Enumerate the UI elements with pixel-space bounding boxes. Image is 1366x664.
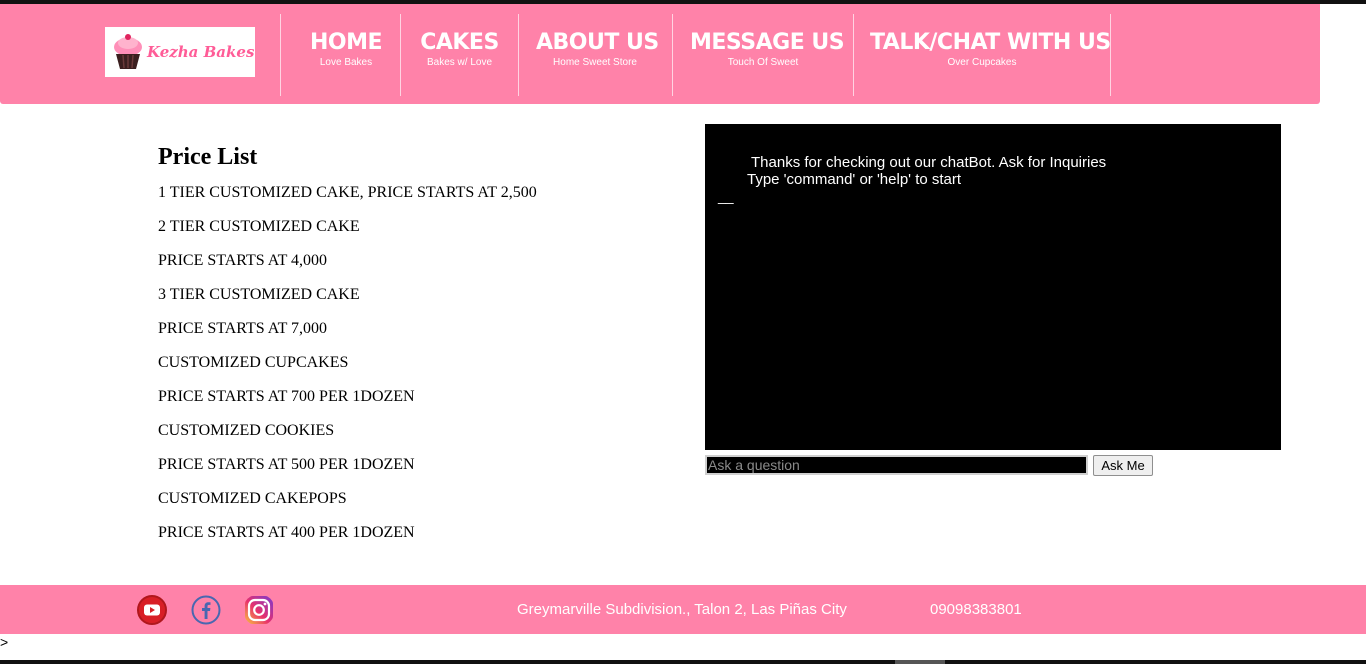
nav-cakes-subtitle: Bakes w/ Love [426,57,493,68]
chatbot-instructions: Type 'command' or 'help' to start [747,171,962,188]
price-item: CUSTOMIZED COOKIES [158,422,335,439]
nav-divider [672,14,673,96]
footer-address: Greymarville Subdivision., Talon 2, Las … [517,601,847,618]
horizontal-scrollbar-thumb[interactable] [895,660,945,664]
logo[interactable]: Kezha Bakes [105,27,255,77]
stray-text: > [0,634,9,650]
nav-divider [853,14,854,96]
youtube-icon[interactable] [136,594,168,626]
nav-home[interactable]: HOME Love Bakes [306,29,386,69]
nav-divider [1110,14,1111,96]
price-item: 1 TIER CUSTOMIZED CAKE, PRICE STARTS AT … [158,184,537,201]
price-item: CUSTOMIZED CUPCAKES [158,354,349,371]
facebook-icon[interactable] [190,594,222,626]
cupcake-icon [114,34,142,69]
chatbot-output[interactable]: Thanks for checking out our chatBot. Ask… [705,124,1281,450]
nav-home-title: HOME [309,30,383,55]
price-list-heading: Price List [158,144,258,170]
price-item: PRICE STARTS AT 500 PER 1DOZEN [158,456,415,473]
site-header: Kezha Bakes HOME Love Bakes CAKES Bakes … [0,4,1320,104]
chatbot-cursor: __ [718,188,734,204]
nav-about-us[interactable]: ABOUT US Home Sweet Store [536,29,659,69]
chatbot-greeting: Thanks for checking out our chatBot. Ask… [751,154,1107,171]
bottom-edge [0,660,1366,664]
nav-about-us-title: ABOUT US [536,30,659,55]
instagram-icon[interactable] [243,594,275,626]
price-item: PRICE STARTS AT 700 PER 1DOZEN [158,388,415,405]
price-item: PRICE STARTS AT 4,000 [158,252,328,269]
ask-me-button[interactable]: Ask Me [1093,455,1153,476]
nav-cakes-title: CAKES [420,30,499,55]
chatbot-question-input[interactable] [705,455,1088,475]
nav-divider [400,14,401,96]
nav-about-us-subtitle: Home Sweet Store [553,57,637,68]
nav-cakes[interactable]: CAKES Bakes w/ Love [419,29,500,69]
nav-talk-chat-subtitle: Over Cupcakes [947,57,1017,68]
price-item: PRICE STARTS AT 7,000 [158,320,328,337]
footer-phone: 09098383801 [930,601,1022,618]
nav-message-us-subtitle: Touch Of Sweet [727,57,799,68]
nav-home-subtitle: Love Bakes [319,57,373,68]
site-footer: Greymarville Subdivision., Talon 2, Las … [0,585,1366,634]
price-item: 2 TIER CUSTOMIZED CAKE [158,218,360,235]
nav-divider [518,14,519,96]
logo-text: Kezha Bakes [147,43,255,61]
nav-talk-chat[interactable]: TALK/CHAT WITH US Over Cupcakes [870,29,1111,69]
price-item: CUSTOMIZED CAKEPOPS [158,490,347,507]
price-item: PRICE STARTS AT 400 PER 1DOZEN [158,524,415,541]
nav-message-us-title: MESSAGE US [690,30,845,55]
nav-talk-chat-title: TALK/CHAT WITH US [870,30,1111,55]
price-list: Price List 1 TIER CUSTOMIZED CAKE, PRICE… [158,143,678,558]
nav-divider [280,14,281,96]
nav-message-us[interactable]: MESSAGE US Touch Of Sweet [690,29,845,69]
price-item: 3 TIER CUSTOMIZED CAKE [158,286,360,303]
